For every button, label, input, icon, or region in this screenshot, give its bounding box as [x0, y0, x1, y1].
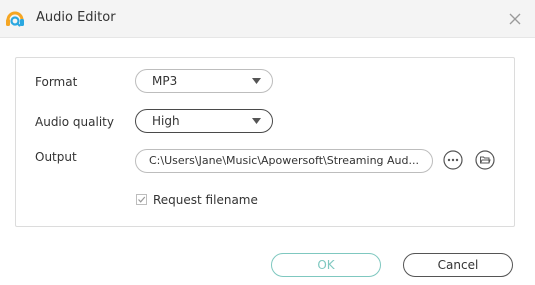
close-icon[interactable]: [508, 12, 522, 26]
format-label: Format: [35, 75, 78, 89]
audio-editor-dialog: Audio Editor Format MP3 Audio quality Hi…: [0, 0, 535, 285]
window-title: Audio Editor: [36, 10, 116, 25]
apowersoft-logo-icon: [6, 11, 24, 27]
title-bar: Audio Editor: [0, 0, 535, 38]
audio-quality-select[interactable]: High: [135, 109, 273, 133]
audio-quality-label: Audio quality: [35, 115, 114, 129]
format-value: MP3: [152, 74, 178, 88]
ellipsis-icon[interactable]: [443, 150, 463, 170]
format-select[interactable]: MP3: [135, 69, 273, 93]
output-label: Output: [35, 150, 77, 164]
folder-open-icon[interactable]: [475, 150, 495, 170]
ok-button[interactable]: OK: [271, 253, 381, 277]
checkmark-icon: [138, 196, 146, 203]
chevron-down-icon: [252, 78, 261, 84]
audio-quality-value: High: [152, 114, 180, 128]
chevron-down-icon: [252, 118, 261, 124]
request-filename-checkbox[interactable]: [136, 194, 147, 205]
output-path-field[interactable]: C:\Users\Jane\Music\Apowersoft\Streaming…: [135, 149, 433, 173]
output-path-value: C:\Users\Jane\Music\Apowersoft\Streaming…: [149, 154, 419, 167]
request-filename-label: Request filename: [153, 193, 258, 207]
cancel-button[interactable]: Cancel: [403, 253, 513, 277]
